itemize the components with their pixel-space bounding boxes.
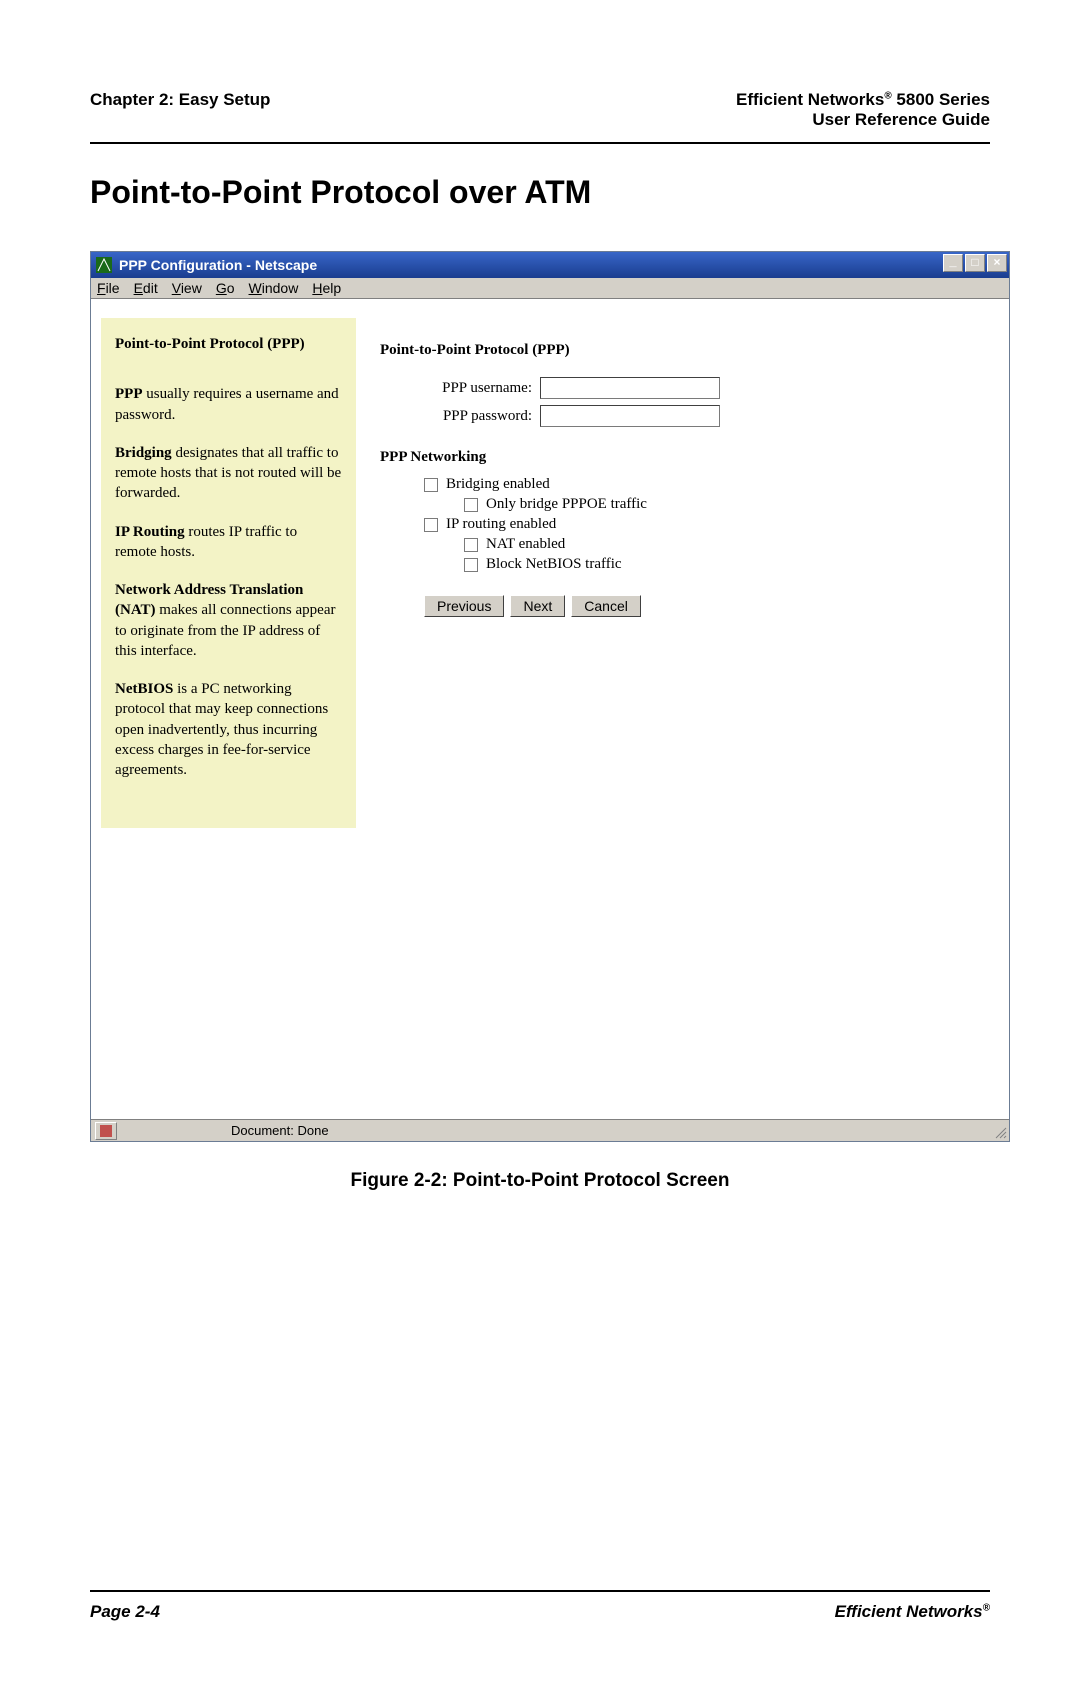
status-icon: [95, 1122, 117, 1140]
footer-brand: Efficient Networks®: [835, 1602, 990, 1622]
ip-routing-checkbox[interactable]: [424, 518, 438, 532]
menu-view[interactable]: View: [172, 280, 202, 296]
close-button[interactable]: ×: [987, 254, 1007, 272]
checkbox-row-only-pppoe: Only bridge PPPOE traffic: [380, 496, 991, 513]
cancel-button[interactable]: Cancel: [571, 595, 641, 617]
checkbox-row-block-netbios: Block NetBIOS traffic: [380, 556, 991, 573]
menu-help[interactable]: Help: [312, 280, 341, 296]
product-label: Efficient Networks® 5800 Series User Ref…: [736, 90, 990, 130]
only-pppoe-checkbox[interactable]: [464, 498, 478, 512]
password-label: PPP password:: [412, 408, 540, 425]
menu-window[interactable]: Window: [249, 280, 299, 296]
password-input[interactable]: [540, 405, 720, 427]
window-statusbar: Document: Done: [91, 1119, 1009, 1141]
footer-rule: [90, 1590, 990, 1592]
menu-go[interactable]: Go: [216, 280, 235, 296]
checkbox-row-nat: NAT enabled: [380, 536, 991, 553]
maximize-button[interactable]: □: [965, 254, 985, 272]
username-input[interactable]: [540, 377, 720, 399]
minimize-button[interactable]: _: [943, 254, 963, 272]
bridging-checkbox-label: Bridging enabled: [446, 476, 550, 493]
bridging-checkbox[interactable]: [424, 478, 438, 492]
screenshot-window: PPP Configuration - Netscape _ □ × File …: [90, 251, 1010, 1142]
only-pppoe-checkbox-label: Only bridge PPPOE traffic: [486, 496, 647, 513]
window-menubar: File Edit View Go Window Help: [91, 278, 1009, 299]
help-panel-title: Point-to-Point Protocol (PPP): [115, 334, 342, 354]
window-title: PPP Configuration - Netscape: [119, 257, 317, 273]
ip-routing-checkbox-label: IP routing enabled: [446, 516, 556, 533]
figure-caption: Figure 2-2: Point-to-Point Protocol Scre…: [90, 1170, 990, 1192]
block-netbios-checkbox[interactable]: [464, 558, 478, 572]
help-text-ppp: PPP usually requires a username and pass…: [115, 384, 342, 425]
help-panel: Point-to-Point Protocol (PPP) PPP usuall…: [101, 318, 356, 828]
window-titlebar: PPP Configuration - Netscape _ □ ×: [91, 252, 1009, 278]
next-button[interactable]: Next: [510, 595, 565, 617]
window-content: Point-to-Point Protocol (PPP) PPP usuall…: [91, 299, 1009, 1119]
form-heading-ppp: Point-to-Point Protocol (PPP): [380, 342, 991, 359]
status-text: Document: Done: [121, 1123, 329, 1138]
nat-checkbox-label: NAT enabled: [486, 536, 565, 553]
checkbox-row-ip-routing: IP routing enabled: [380, 516, 991, 533]
form-heading-networking: PPP Networking: [380, 449, 991, 466]
checkbox-row-bridging: Bridging enabled: [380, 476, 991, 493]
help-text-iprouting: IP Routing routes IP traffic to remote h…: [115, 522, 342, 563]
chapter-label: Chapter 2: Easy Setup: [90, 90, 270, 110]
menu-edit[interactable]: Edit: [134, 280, 158, 296]
page-title: Point-to-Point Protocol over ATM: [90, 174, 990, 211]
main-form-panel: Point-to-Point Protocol (PPP) PPP userna…: [356, 318, 1009, 635]
username-label: PPP username:: [412, 380, 540, 397]
help-text-bridging: Bridging designates that all traffic to …: [115, 443, 342, 504]
nat-checkbox[interactable]: [464, 538, 478, 552]
resize-grip-icon[interactable]: [993, 1125, 1007, 1139]
footer-page-number: Page 2-4: [90, 1602, 160, 1622]
header-rule: [90, 142, 990, 144]
document-header: Chapter 2: Easy Setup Efficient Networks…: [90, 90, 990, 130]
block-netbios-checkbox-label: Block NetBIOS traffic: [486, 556, 622, 573]
document-footer: Page 2-4 Efficient Networks®: [90, 1590, 990, 1622]
menu-file[interactable]: File: [97, 280, 120, 296]
help-text-netbios: NetBIOS is a PC networking protocol that…: [115, 679, 342, 780]
netscape-icon: [95, 256, 113, 274]
help-text-nat: Network Address Translation (NAT) makes …: [115, 580, 342, 661]
previous-button[interactable]: Previous: [424, 595, 504, 617]
